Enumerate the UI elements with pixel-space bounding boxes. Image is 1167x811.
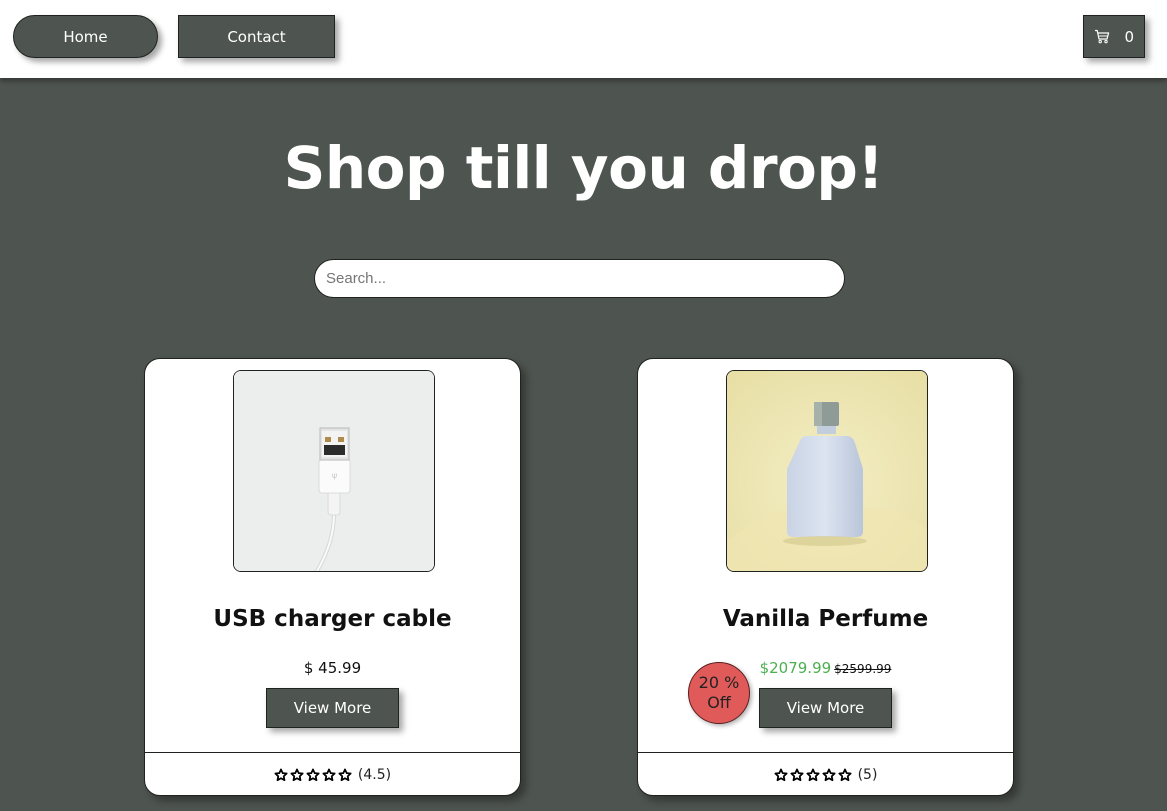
navbar: Home Contact 0	[0, 0, 1167, 78]
star-icon	[806, 768, 820, 782]
rating-stars	[274, 768, 352, 782]
rating-stars	[774, 768, 852, 782]
rating-row: (4.5)	[145, 752, 520, 795]
usb-cable-image[interactable]: ψ	[233, 370, 435, 572]
view-more-button[interactable]: View More	[266, 688, 399, 728]
view-more-button[interactable]: View More	[759, 688, 892, 728]
contact-button[interactable]: Contact	[178, 15, 335, 58]
product-title: USB charger cable	[213, 606, 452, 632]
rating-row: (5)	[638, 752, 1013, 795]
discount-off: Off	[707, 693, 731, 712]
rating-value: (4.5)	[357, 767, 392, 783]
star-icon	[306, 768, 320, 782]
cart-button[interactable]: 0	[1083, 15, 1145, 58]
star-icon	[338, 768, 352, 782]
original-price: $2599.99	[834, 662, 892, 676]
home-button[interactable]: Home	[13, 15, 158, 58]
star-icon	[790, 768, 804, 782]
product-title: Vanilla Perfume	[722, 606, 929, 632]
product-card: ψ USB charger cable $ 45.99 View More (4…	[144, 358, 521, 796]
cart-count: 0	[1124, 27, 1134, 46]
rating-value: (5)	[857, 767, 878, 783]
discount-badge: 20 % Off	[688, 662, 750, 724]
star-icon	[822, 768, 836, 782]
search-input[interactable]	[314, 259, 845, 298]
cart-icon	[1094, 29, 1110, 44]
discount-percent: 20 %	[698, 673, 740, 692]
sale-price: $2079.99	[759, 659, 832, 677]
page-title: Shop till you drop!	[283, 134, 884, 202]
star-icon	[838, 768, 852, 782]
star-icon	[274, 768, 288, 782]
perfume-bottle-image[interactable]	[726, 370, 928, 572]
star-icon	[322, 768, 336, 782]
product-card: Vanilla Perfume $2079.99 $2599.99 20 % Of…	[637, 358, 1014, 796]
svg-text:ψ: ψ	[332, 471, 337, 480]
star-icon	[290, 768, 304, 782]
product-price: $ 45.99	[303, 659, 362, 677]
star-icon	[774, 768, 788, 782]
